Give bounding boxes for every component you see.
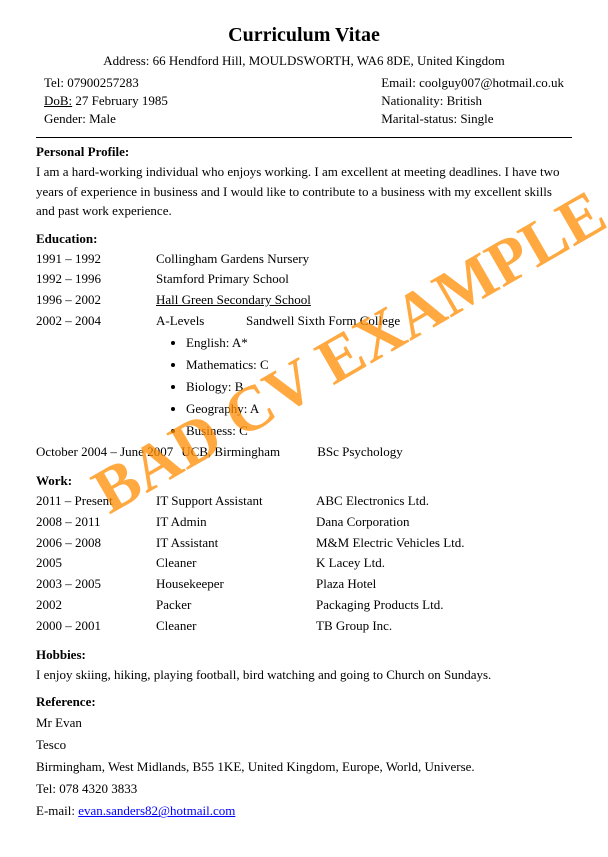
list-item: Biology: B (186, 376, 572, 398)
ref-address: Birmingham, West Midlands, B55 1KE, Unit… (36, 756, 572, 778)
contact-right: Email: coolguy007@hotmail.co.uk National… (381, 75, 564, 127)
ref-name: Mr Evan (36, 712, 572, 734)
work-row-3: 2006 – 2008 IT Assistant M&M Electric Ve… (36, 533, 572, 554)
list-item: English: A* (186, 332, 572, 354)
work-row-5: 2003 – 2005 Housekeeper Plaza Hotel (36, 574, 572, 595)
marital-line: Marital-status: Single (381, 111, 564, 127)
edu-row-3: 1996 – 2002 Hall Green Secondary School (36, 290, 572, 311)
bsc-row: October 2004 – June 2007 UCB, Birmingham… (36, 442, 572, 463)
work-row-1: 2011 – Present IT Support Assistant ABC … (36, 491, 572, 512)
work-title: Work: (36, 473, 572, 489)
work-row-7: 2000 – 2001 Cleaner TB Group Inc. (36, 616, 572, 637)
cv-page: BAD CV EXAMPLE Curriculum Vitae Address:… (0, 0, 608, 857)
ref-tel: Tel: 078 4320 3833 (36, 778, 572, 800)
cv-title: Curriculum Vitae (36, 24, 572, 47)
divider-top (36, 137, 572, 138)
dob-line: DoB: 27 February 1985 (44, 93, 168, 109)
contact-left: Tel: 07900257283 DoB: 27 February 1985 G… (44, 75, 168, 127)
ref-email-line: E-mail: evan.sanders82@hotmail.com (36, 800, 572, 822)
gender-line: Gender: Male (44, 111, 168, 127)
education-title: Education: (36, 231, 572, 247)
work-row-6: 2002 Packer Packaging Products Ltd. (36, 595, 572, 616)
email-line: Email: coolguy007@hotmail.co.uk (381, 75, 564, 91)
tel-line: Tel: 07900257283 (44, 75, 168, 91)
reference-section: Reference: Mr Evan Tesco Birmingham, Wes… (36, 694, 572, 822)
ref-company: Tesco (36, 734, 572, 756)
alevels-bullet-list: English: A* Mathematics: C Biology: B Ge… (186, 332, 572, 442)
education-section: Education: 1991 – 1992 Collingham Garden… (36, 231, 572, 463)
list-item: Geography: A (186, 398, 572, 420)
nationality-line: Nationality: British (381, 93, 564, 109)
reference-body: Mr Evan Tesco Birmingham, West Midlands,… (36, 712, 572, 822)
contact-grid: Tel: 07900257283 DoB: 27 February 1985 G… (44, 75, 564, 127)
edu-row-1: 1991 – 1992 Collingham Gardens Nursery (36, 249, 572, 270)
ref-email-link[interactable]: evan.sanders82@hotmail.com (78, 803, 235, 818)
reference-title: Reference: (36, 694, 572, 710)
hobbies-section: Hobbies: I enjoy skiing, hiking, playing… (36, 647, 572, 685)
edu-row-alevels: 2002 – 2004 A-Levels Sandwell Sixth Form… (36, 311, 572, 332)
hobbies-text: I enjoy skiing, hiking, playing football… (36, 665, 572, 685)
personal-profile-title: Personal Profile: (36, 144, 572, 160)
personal-profile-text: I am a hard-working individual who enjoy… (36, 162, 572, 221)
work-row-2: 2008 – 2011 IT Admin Dana Corporation (36, 512, 572, 533)
list-item: Business: C (186, 420, 572, 442)
hobbies-title: Hobbies: (36, 647, 572, 663)
list-item: Mathematics: C (186, 354, 572, 376)
edu-row-2: 1992 – 1996 Stamford Primary School (36, 269, 572, 290)
work-row-4: 2005 Cleaner K Lacey Ltd. (36, 553, 572, 574)
work-section: Work: 2011 – Present IT Support Assistan… (36, 473, 572, 637)
address-line: Address: 66 Hendford Hill, MOULDSWORTH, … (36, 53, 572, 69)
ref-email-label: E-mail: (36, 803, 75, 818)
personal-profile-section: Personal Profile: I am a hard-working in… (36, 144, 572, 221)
